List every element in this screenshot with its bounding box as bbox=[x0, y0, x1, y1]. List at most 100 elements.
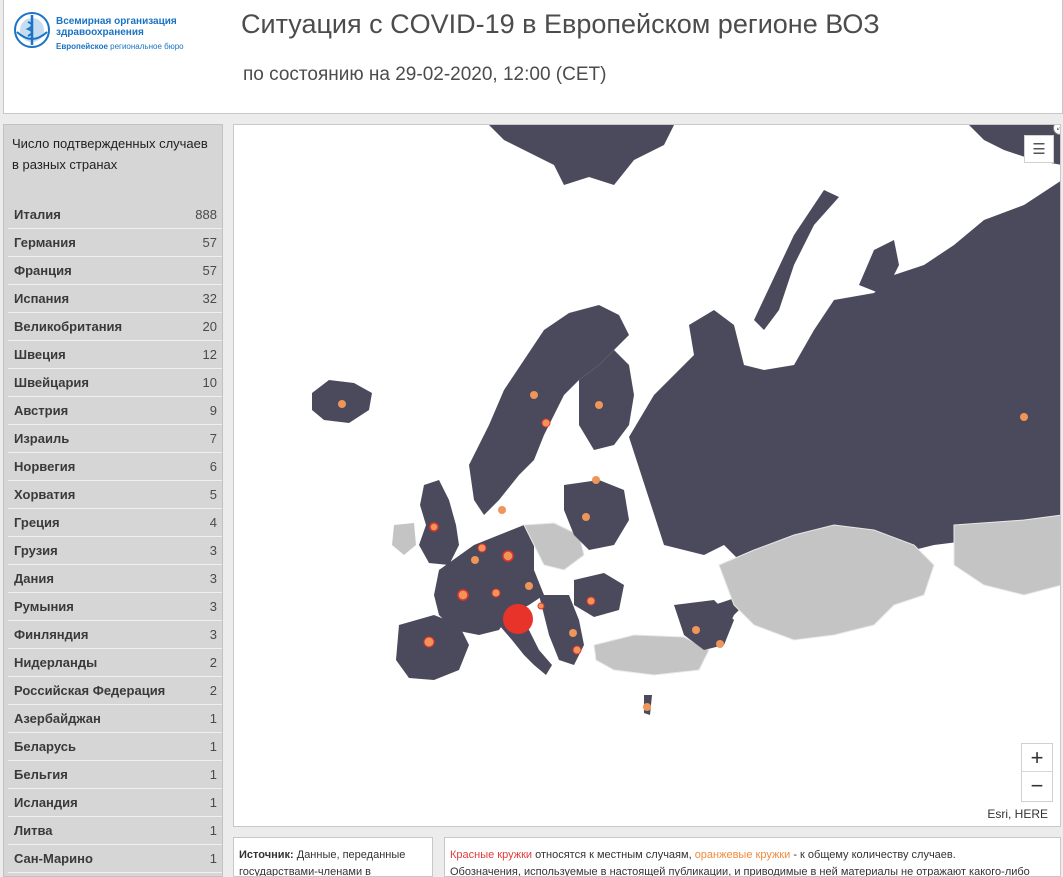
iberia-shape bbox=[396, 615, 469, 680]
country-row[interactable]: Норвегия 6 bbox=[8, 453, 222, 481]
zoom-in-button[interactable]: + bbox=[1022, 744, 1052, 772]
country-name: Италия bbox=[14, 207, 61, 222]
country-name: Австрия bbox=[14, 403, 69, 418]
case-count: 1 bbox=[209, 711, 217, 726]
country-row[interactable]: Бельгия 1 bbox=[8, 761, 222, 789]
lithuania-case-circle[interactable] bbox=[592, 476, 600, 484]
country-name: Германия bbox=[14, 235, 76, 250]
country-name: Хорватия bbox=[14, 487, 76, 502]
country-row[interactable]: Испания 32 bbox=[8, 285, 222, 313]
country-name: Норвегия bbox=[14, 459, 76, 474]
country-row[interactable]: Италия 888 bbox=[8, 201, 222, 229]
country-list-panel[interactable]: Число подтвержденных случаев в разных ст… bbox=[3, 124, 223, 877]
case-count: 32 bbox=[202, 291, 217, 306]
case-count: 1 bbox=[209, 767, 217, 782]
germany-case-circle[interactable] bbox=[502, 550, 514, 562]
country-name: Азербайджан bbox=[14, 711, 101, 726]
turkey-shape bbox=[593, 634, 710, 676]
greece-case-circle[interactable] bbox=[572, 645, 582, 655]
belarus-case-circle[interactable] bbox=[582, 513, 590, 521]
notes-red-label: Красные кружки bbox=[450, 849, 533, 861]
israel-case-circle[interactable] bbox=[643, 703, 651, 711]
country-row[interactable]: Греция 4 bbox=[8, 509, 222, 537]
country-row[interactable]: Грузия 3 bbox=[8, 537, 222, 565]
country-row[interactable]: Австрия 9 bbox=[8, 397, 222, 425]
case-count: 7 bbox=[209, 431, 217, 446]
case-count: 9 bbox=[209, 403, 217, 418]
country-row[interactable]: Беларусь 1 bbox=[8, 733, 222, 761]
europe-map[interactable] bbox=[234, 125, 1061, 827]
legend-button[interactable]: ☰ bbox=[1024, 135, 1054, 163]
italy-local-case-circle[interactable] bbox=[503, 604, 533, 634]
country-name: Швеция bbox=[14, 347, 66, 362]
country-row[interactable]: Нидерланды 2 bbox=[8, 649, 222, 677]
case-count: 12 bbox=[202, 347, 217, 362]
who-logo: Всемирная организация здравоохранения Ев… bbox=[12, 10, 184, 60]
country-row[interactable]: Швейцария 10 bbox=[8, 369, 222, 397]
country-row[interactable]: Финляндия 3 bbox=[8, 621, 222, 649]
country-name: Франция bbox=[14, 263, 72, 278]
country-row[interactable]: Германия 57 bbox=[8, 229, 222, 257]
country-row[interactable]: Дания 3 bbox=[8, 565, 222, 593]
croatia-case-circle[interactable] bbox=[537, 602, 545, 610]
azerbaijan-case-circle[interactable] bbox=[716, 640, 724, 648]
country-row[interactable]: Швеция 12 bbox=[8, 341, 222, 369]
romania-case-circle[interactable] bbox=[586, 596, 596, 606]
sweden-case-circle[interactable] bbox=[541, 418, 551, 428]
panel-title: Число подтвержденных случаев в разных ст… bbox=[12, 136, 208, 172]
map-attribution: Esri, HERE bbox=[987, 807, 1048, 821]
country-name: Румыния bbox=[14, 599, 74, 614]
country-list: Италия 888 Германия 57 Франция 57 Испания 32 Вел… bbox=[8, 201, 222, 873]
legend-list-icon: ☰ bbox=[1032, 141, 1046, 158]
country-row[interactable]: Великобритания 20 bbox=[8, 313, 222, 341]
country-name: Беларусь bbox=[14, 739, 76, 754]
country-row[interactable]: Франция 57 bbox=[8, 257, 222, 285]
country-row[interactable]: Азербайджан 1 bbox=[8, 705, 222, 733]
country-name: Финляндия bbox=[14, 627, 89, 642]
notes-line1: Красные кружки относятся к местным случа… bbox=[450, 849, 956, 861]
case-count: 3 bbox=[209, 627, 217, 642]
country-name: Нидерланды bbox=[14, 655, 98, 670]
zoom-control: + − bbox=[1021, 743, 1053, 802]
case-count: 888 bbox=[195, 207, 217, 222]
country-name: Исландия bbox=[14, 795, 78, 810]
country-row[interactable]: Израиль 7 bbox=[8, 425, 222, 453]
russia-case-circle[interactable] bbox=[1020, 413, 1028, 421]
country-row[interactable]: Хорватия 5 bbox=[8, 481, 222, 509]
country-row[interactable]: Российская Федерация 2 bbox=[8, 677, 222, 705]
logo-text-line2: здравоохранения bbox=[56, 27, 144, 38]
iceland-case-circle[interactable] bbox=[338, 400, 346, 408]
finland-case-circle[interactable] bbox=[595, 401, 603, 409]
country-name: Великобритания bbox=[14, 319, 123, 334]
case-count: 1 bbox=[209, 851, 217, 866]
country-row[interactable]: Румыния 3 bbox=[8, 593, 222, 621]
country-row[interactable]: Литва 1 bbox=[8, 817, 222, 845]
norway-case-circle[interactable] bbox=[530, 391, 538, 399]
netherlands-case-circle[interactable] bbox=[477, 543, 487, 553]
notes-orange-label: оранжевые кружки bbox=[694, 849, 791, 861]
country-row[interactable]: Исландия 1 bbox=[8, 789, 222, 817]
case-count: 4 bbox=[209, 515, 217, 530]
zoom-out-button[interactable]: − bbox=[1022, 772, 1052, 800]
spain-case-circle[interactable] bbox=[423, 636, 435, 648]
country-row[interactable]: Сан-Марино 1 bbox=[8, 845, 222, 873]
case-count: 10 bbox=[202, 375, 217, 390]
case-count: 1 bbox=[209, 823, 217, 838]
expand-icon: ⤢ bbox=[1057, 125, 1060, 132]
country-name: Израиль bbox=[14, 431, 70, 446]
france-case-circle[interactable] bbox=[457, 589, 469, 601]
north-macedonia-case-circle[interactable] bbox=[569, 629, 577, 637]
uk-case-circle[interactable] bbox=[429, 522, 439, 532]
belgium-case-circle[interactable] bbox=[471, 556, 479, 564]
denmark-case-circle[interactable] bbox=[498, 506, 506, 514]
notes-line2: Обозначения, используемые в настоящей пу… bbox=[450, 866, 1030, 877]
georgia-case-circle[interactable] bbox=[692, 626, 700, 634]
country-name: Испания bbox=[14, 291, 70, 306]
country-name: Сан-Марино bbox=[14, 851, 93, 866]
switzerland-case-circle[interactable] bbox=[491, 588, 501, 598]
map-view[interactable]: ☰ ⤢ + − Esri, HERE bbox=[233, 124, 1061, 827]
case-count: 6 bbox=[209, 459, 217, 474]
austria-case-circle[interactable] bbox=[525, 582, 533, 590]
country-name: Швейцария bbox=[14, 375, 90, 390]
source-label: Источник: bbox=[239, 849, 294, 861]
